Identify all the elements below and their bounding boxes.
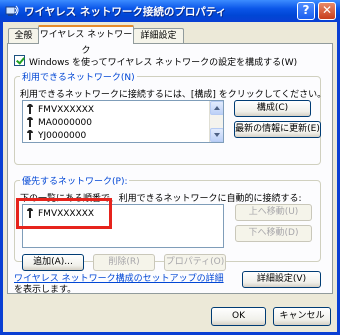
antenna-icon (27, 104, 33, 114)
available-networks-label: 利用できるネットワーク(N) (20, 70, 137, 83)
add-button[interactable]: 追加(A)... (22, 254, 84, 271)
tab-wireless-networks[interactable]: ワイヤレス ネットワーク (38, 25, 134, 56)
refresh-button[interactable]: 最新の情報に更新(E) (234, 121, 321, 138)
use-windows-label[interactable]: Windows を使ってワイヤレス ネットワークの設定を構成する(W) (29, 55, 297, 68)
setup-details-text: を表示します。 (14, 285, 77, 295)
title-bar[interactable]: ワイヤレス ネットワーク接続のプロパティ ? ✕ (0, 0, 340, 22)
dialog-window: ワイヤレス ネットワーク接続のプロパティ ? ✕ 全般 ワイヤレス ネットワーク… (0, 0, 340, 335)
tab-general[interactable]: 全般 (8, 28, 39, 43)
network-connection-icon (5, 5, 19, 16)
antenna-icon (27, 130, 33, 140)
wireless-networks-panel: Windows を使ってワイヤレス ネットワークの設定を構成する(W) 利用でき… (7, 43, 333, 295)
advanced-settings-button[interactable]: 詳細設定(V) (242, 271, 321, 288)
ok-button[interactable]: OK (211, 307, 266, 326)
scroll-down-icon[interactable] (210, 128, 223, 142)
scroll-up-icon[interactable] (210, 101, 223, 115)
configure-button[interactable]: 構成(C) (234, 100, 311, 117)
highlight-box (16, 198, 112, 229)
available-networks-scrollbar[interactable] (209, 101, 223, 142)
move-down-button[interactable]: 下へ移動(D) (235, 225, 312, 242)
properties-button[interactable]: プロパティ(O) (164, 254, 226, 271)
list-item[interactable]: MA0000000 (27, 117, 92, 129)
help-button[interactable]: ? (297, 2, 315, 20)
move-up-button[interactable]: 上へ移動(U) (235, 204, 312, 221)
close-button[interactable]: ✕ (318, 2, 336, 20)
antenna-icon (27, 117, 33, 127)
cancel-button[interactable]: キャンセル (273, 307, 331, 326)
available-networks-instruction: 利用できるネットワークに接続するには、[構成] をクリックしてください。 (20, 90, 327, 100)
remove-button[interactable]: 削除(R) (93, 254, 155, 271)
use-windows-checkbox[interactable] (14, 55, 25, 66)
list-item[interactable]: FMVXXXXXX (27, 104, 94, 116)
dialog-body: 全般 ワイヤレス ネットワーク 詳細設定 Windows を使ってワイヤレス ネ… (3, 22, 337, 332)
tab-advanced[interactable]: 詳細設定 (133, 28, 184, 43)
list-item[interactable]: YJ0000000 (27, 130, 86, 142)
available-networks-list[interactable]: FMVXXXXXX MA0000000 YJ0000000 (22, 100, 224, 143)
preferred-networks-label: 優先するネットワーク(P): (20, 174, 130, 187)
window-title: ワイヤレス ネットワーク接続のプロパティ (24, 6, 227, 18)
